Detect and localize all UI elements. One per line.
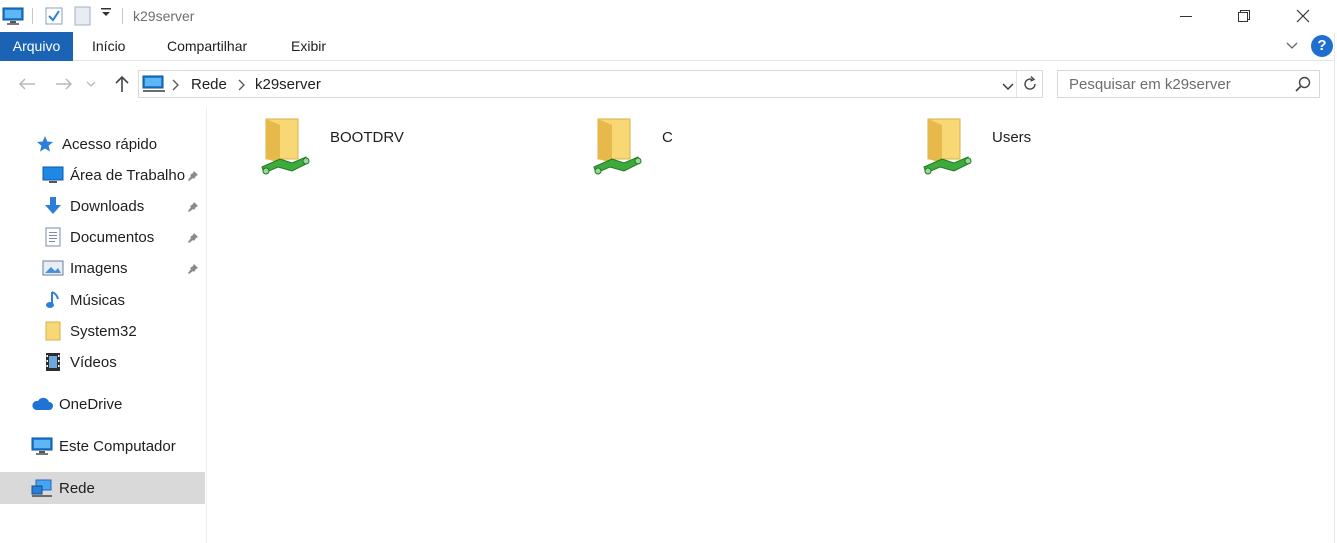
ribbon-tabs: Arquivo Início Compartilhar Exibir ? [0,32,1337,61]
arrow-up-icon [115,75,129,92]
tab-compartilhar[interactable]: Compartilhar [157,32,257,61]
tab-arquivo[interactable]: Arquivo [0,32,73,61]
cloud-icon [31,394,53,414]
network-icon [31,478,53,498]
item-label: C [662,129,673,146]
close-button[interactable] [1280,0,1326,31]
nav-label: Rede [59,479,95,497]
address-history-button[interactable] [1001,79,1015,95]
nav-label: Documentos [70,228,155,246]
nav-label: Vídeos [70,353,117,371]
nav-label: Este Computador [59,437,176,455]
nav-item-documentos[interactable]: Documentos [42,224,154,250]
nav-label: Downloads [70,197,145,215]
nav-onedrive[interactable]: OneDrive [31,391,122,417]
pin-icon[interactable] [187,262,199,278]
nav-label: Acesso rápido [62,135,158,153]
restore-icon [1238,9,1250,22]
title-bar: k29server [0,0,1337,32]
chevron-right-icon[interactable] [237,78,245,94]
video-icon [42,352,64,372]
computer-icon[interactable] [2,6,24,26]
tab-inicio[interactable]: Início [82,32,135,61]
star-icon [34,134,56,154]
breadcrumb-rede[interactable]: Rede [191,76,227,93]
nav-this-pc[interactable]: Este Computador [31,433,176,459]
nav-item-system32[interactable]: System32 [42,318,137,344]
minimize-button[interactable] [1163,0,1209,31]
search-icon[interactable] [1295,76,1311,95]
close-icon [1296,9,1310,22]
search-input[interactable]: Pesquisar em k29server [1069,76,1231,93]
nav-label: Imagens [70,259,128,277]
minimize-icon [1180,15,1192,17]
download-icon [42,196,64,216]
tab-exibir[interactable]: Exibir [281,32,336,61]
refresh-button[interactable] [1021,75,1039,96]
document-icon [42,227,64,247]
properties-icon[interactable] [44,6,64,26]
computer-icon [31,436,53,456]
item-label: BOOTDRV [330,129,404,146]
item-label: Users [992,129,1032,146]
nav-item-musicas[interactable]: Músicas [42,287,125,313]
shared-folder-icon [258,117,314,182]
chevron-right-icon[interactable] [171,78,179,94]
pin-icon[interactable] [187,169,199,185]
arrow-left-icon [18,78,35,90]
nav-label: Área de Trabalho [70,166,186,184]
nav-quick-access[interactable]: Acesso rápido [34,131,157,157]
customize-toolbar-icon[interactable] [100,6,112,18]
refresh-icon [1024,76,1036,90]
chevron-down-icon [1002,83,1014,90]
nav-label: OneDrive [59,395,123,413]
help-button[interactable]: ? [1311,35,1333,57]
music-icon [42,290,64,310]
up-button[interactable] [110,73,134,95]
arrow-right-icon [56,78,73,90]
window-title: k29server [133,8,195,24]
pin-icon[interactable] [187,231,199,247]
pin-icon[interactable] [187,200,199,216]
search-box[interactable]: Pesquisar em k29server [1057,70,1320,98]
shared-folder-icon [590,117,646,182]
shared-folder-icon [920,117,976,182]
network-icon [142,74,166,97]
nav-label: Músicas [70,291,126,309]
desktop-icon [42,165,64,185]
address-bar[interactable]: Rede k29server [138,70,1043,98]
chevron-down-icon [1286,42,1298,49]
navigation-pane: Acesso rápido Área de Trabalho Downloads… [0,107,207,543]
restore-button[interactable] [1221,0,1267,31]
folder-icon [42,321,64,341]
back-button[interactable] [15,73,39,95]
new-folder-icon[interactable] [74,6,92,26]
nav-network[interactable]: Rede [31,475,95,501]
breadcrumb-k29server[interactable]: k29server [255,76,321,93]
nav-item-imagens[interactable]: Imagens [42,255,128,281]
expand-ribbon-button[interactable] [1285,38,1299,55]
forward-button[interactable] [52,73,76,95]
recent-locations-button[interactable] [84,73,98,95]
nav-item-area-de-trabalho[interactable]: Área de Trabalho [42,162,185,188]
pictures-icon [42,258,64,278]
nav-item-downloads[interactable]: Downloads [42,193,144,219]
nav-item-videos[interactable]: Vídeos [42,349,117,375]
nav-label: System32 [70,322,137,340]
chevron-down-icon [86,81,96,87]
